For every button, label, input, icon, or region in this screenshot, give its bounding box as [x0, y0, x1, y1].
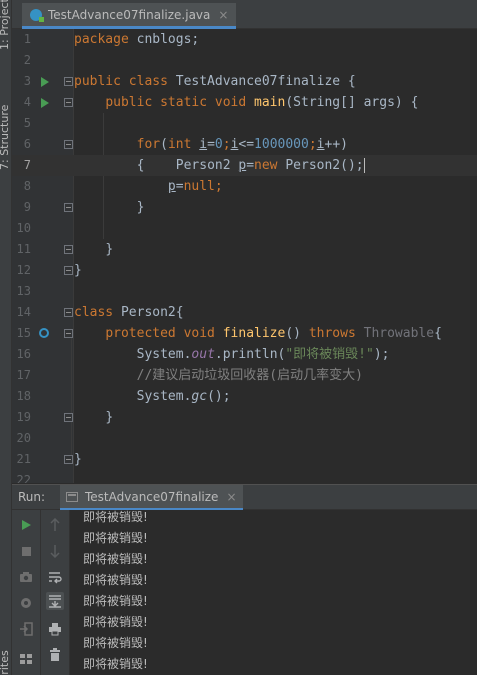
- line-number: 19: [16, 410, 31, 424]
- code-line: 17 //建议启动垃圾回收器(启动几率变大): [12, 365, 477, 386]
- run-main-icon[interactable]: [41, 98, 49, 108]
- line-number: 8: [23, 179, 31, 193]
- code-line: 10: [12, 218, 477, 239]
- code-line: 3 public class TestAdvance07finalize {: [12, 71, 477, 92]
- code-line: 16 System.out.println("即将被销毁!");: [12, 344, 477, 365]
- line-number: 10: [16, 221, 31, 235]
- code-line: 5: [12, 113, 477, 134]
- line-number: 21: [16, 452, 31, 466]
- line-number: 2: [23, 53, 31, 67]
- console-line: 即将被销毁!: [83, 636, 148, 650]
- close-run-tab-icon[interactable]: ×: [226, 490, 236, 504]
- code-line: 12 }: [12, 260, 477, 281]
- run-title: Run:: [18, 490, 46, 504]
- run-toolbar-secondary: [41, 510, 70, 675]
- settings-icon[interactable]: [17, 594, 35, 612]
- structure-tool-tab[interactable]: 7: Structure: [0, 105, 11, 170]
- code-line: 6 for(int i=0;i<=1000000;i++): [12, 134, 477, 155]
- favorites-tool-tab[interactable]: Favorites: [0, 650, 11, 675]
- run-class-icon[interactable]: [41, 77, 49, 87]
- dump-threads-icon[interactable]: [17, 568, 35, 586]
- fold-icon[interactable]: [64, 329, 73, 338]
- line-number: 16: [16, 347, 31, 361]
- console-config-icon: [66, 491, 78, 502]
- console-line: 即将被销毁!: [83, 573, 148, 587]
- line-number: 3: [23, 74, 31, 88]
- code-line: 8 p=null;: [12, 176, 477, 197]
- down-arrow-icon[interactable]: [46, 542, 64, 560]
- code-line: 22: [12, 470, 477, 483]
- project-tool-tab[interactable]: 1: Project: [0, 0, 11, 50]
- code-line: 18 System.gc();: [12, 386, 477, 407]
- left-tool-strip: 1: Project 7: Structure Favorites: [0, 0, 12, 675]
- run-tool-window-header: Run: TestAdvance07finalize ×: [12, 484, 477, 511]
- code-line: 11 }: [12, 239, 477, 260]
- run-config-label: TestAdvance07finalize: [85, 489, 219, 504]
- code-line: 9 }: [12, 197, 477, 218]
- code-editor[interactable]: 1 package cnblogs; 2 3 public class Test…: [12, 29, 477, 483]
- line-number: 9: [23, 200, 31, 214]
- console-line: 即将被销毁!: [83, 657, 148, 671]
- console-line: 即将被销毁!: [83, 552, 148, 566]
- code-line: 4 public static void main(String[] args)…: [12, 92, 477, 113]
- console-output[interactable]: 即将被销毁! 即将被销毁! 即将被销毁! 即将被销毁! 即将被销毁! 即将被销毁…: [70, 510, 477, 675]
- console-line: 即将被销毁!: [83, 594, 148, 608]
- fold-icon[interactable]: [64, 77, 73, 86]
- code-line: 19 }: [12, 407, 477, 428]
- exit-icon[interactable]: [17, 620, 35, 638]
- line-number: 7: [23, 158, 31, 172]
- fold-icon[interactable]: [64, 308, 73, 317]
- rerun-icon[interactable]: [17, 516, 35, 534]
- editor-tab-title: TestAdvance07finalize.java: [48, 7, 211, 22]
- line-number: 14: [16, 305, 31, 319]
- fold-icon[interactable]: [64, 98, 73, 107]
- code-line: 21 }: [12, 449, 477, 470]
- line-number: 13: [16, 284, 31, 298]
- line-number: 4: [23, 95, 31, 109]
- line-number: 5: [23, 116, 31, 130]
- override-method-icon[interactable]: [39, 328, 49, 338]
- code-line: 20: [12, 428, 477, 449]
- fold-icon[interactable]: [64, 413, 73, 422]
- line-number: 22: [16, 473, 31, 483]
- console-line: 即将被销毁!: [83, 531, 148, 545]
- fold-icon[interactable]: [64, 140, 73, 149]
- line-number: 20: [16, 431, 31, 445]
- fold-icon[interactable]: [64, 245, 73, 254]
- layout-icon[interactable]: [17, 650, 35, 668]
- line-number: 17: [16, 368, 31, 382]
- code-line: 14 class Person2{: [12, 302, 477, 323]
- print-icon[interactable]: [46, 620, 64, 638]
- clear-all-icon[interactable]: [46, 646, 64, 664]
- line-number: 11: [16, 242, 31, 256]
- run-toolbar-primary: [12, 510, 41, 675]
- line-number: 1: [23, 32, 31, 46]
- code-line: 15 protected void finalize() throws Thro…: [12, 323, 477, 344]
- line-number: 12: [16, 263, 31, 277]
- line-number: 18: [16, 389, 31, 403]
- code-line-current: 7 { Person2 p=new Person2();: [12, 155, 477, 176]
- java-class-icon: [30, 8, 44, 22]
- line-number: 6: [23, 137, 31, 151]
- console-line: 即将被销毁!: [83, 615, 148, 629]
- soft-wrap-icon[interactable]: [46, 568, 64, 586]
- close-tab-icon[interactable]: ×: [218, 8, 228, 22]
- fold-icon[interactable]: [64, 203, 73, 212]
- code-line: 13: [12, 281, 477, 302]
- code-line: 1 package cnblogs;: [12, 29, 477, 50]
- fold-icon[interactable]: [64, 266, 73, 275]
- code-line: 2: [12, 50, 477, 71]
- editor-tab-bar: TestAdvance07finalize.java ×: [12, 0, 477, 29]
- editor-tab[interactable]: TestAdvance07finalize.java ×: [22, 3, 237, 29]
- scroll-to-end-icon[interactable]: [46, 592, 64, 610]
- console-line: 即将被销毁!: [83, 510, 148, 524]
- up-arrow-icon[interactable]: [46, 516, 64, 534]
- line-number: 15: [16, 326, 31, 340]
- text-caret: [363, 158, 365, 173]
- fold-icon[interactable]: [64, 455, 73, 464]
- stop-icon[interactable]: [17, 542, 35, 560]
